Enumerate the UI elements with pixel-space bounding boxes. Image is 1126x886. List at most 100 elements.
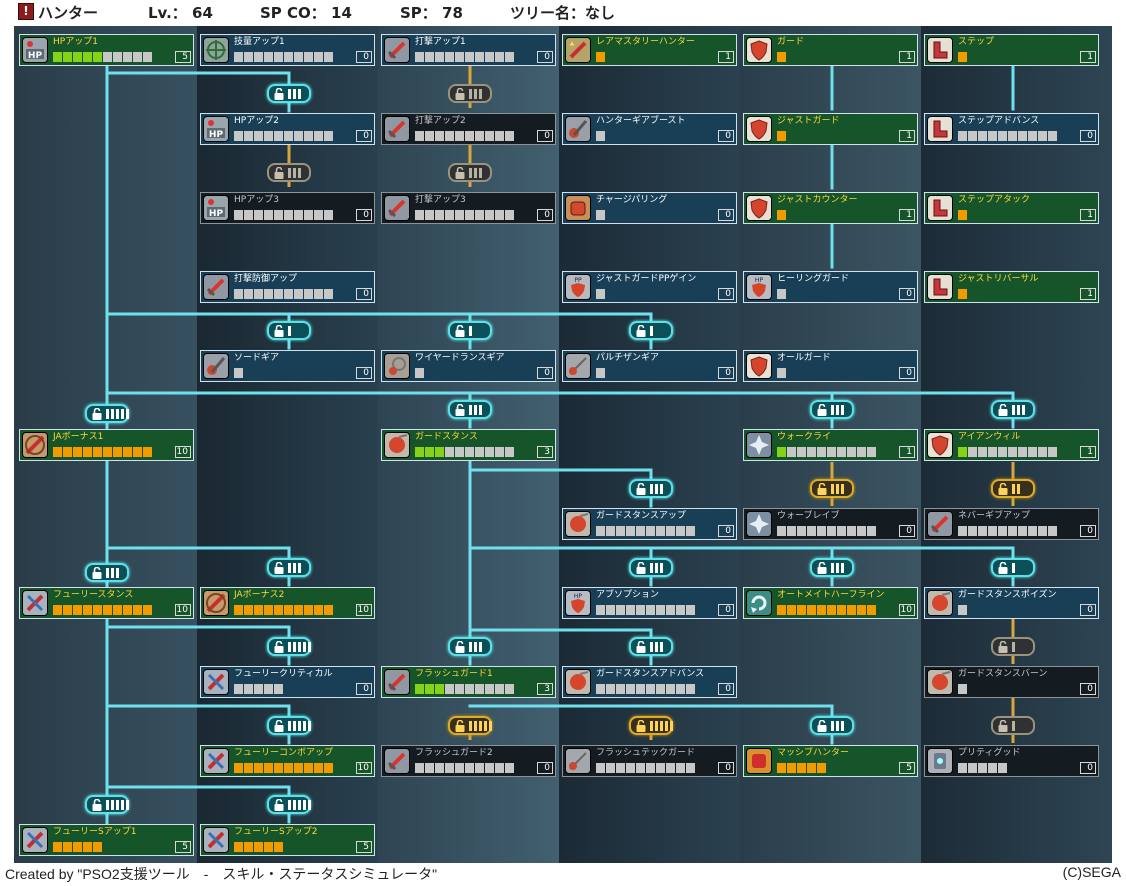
level-pip [998,131,1007,141]
level-pip [666,684,675,694]
skill-node-just-counter[interactable]: ジャストカウンター 1 [743,192,918,224]
skill-node-fury-stance[interactable]: フューリースタンス 10 [19,587,194,619]
skill-node-guard-stance-up[interactable]: ガードスタンスアップ 0 [562,508,737,540]
skill-name: ガード [777,37,805,47]
skill-node-guard-stance-poison[interactable]: ガードスタンスポイズン 0 [924,587,1099,619]
skill-node-ja-bonus-2[interactable]: JAボーナス2 10 [200,587,375,619]
level-pip [817,605,826,615]
level-pip [294,763,303,773]
level-pip [244,289,253,299]
skill-level-value: 0 [1080,762,1096,774]
skill-node-never-give-up[interactable]: ネバーギブアップ 0 [924,508,1099,540]
skill-node-guard-stance-advance[interactable]: ガードスタンスアドバンス 0 [562,666,737,698]
skill-level-value: 1 [899,130,915,142]
skill-node-hp-up-3[interactable]: HP HPアップ3 0 [200,192,375,224]
lock-ja2-badge [267,558,311,577]
level-pip [465,131,474,141]
rank-tick [288,89,291,99]
skill-node-healing-guard[interactable]: HP ヒーリングガード 0 [743,271,918,303]
lock-fury-s1-badge [85,795,129,814]
skill-level-gauge [596,52,606,63]
skill-node-step-advance[interactable]: ステップアドバンス 0 [924,113,1099,145]
lock-war-cry-badge [810,400,854,419]
skill-node-just-guard-pp-gain[interactable]: PP ジャストガードPPゲイン 0 [562,271,737,303]
skill-node-fury-combo-up[interactable]: フューリーコンボアップ 10 [200,745,375,777]
skill-node-hp-up-1[interactable]: HP HPアップ1 5 [19,34,194,66]
level-pip [616,605,625,615]
rank-ticks [1012,405,1027,415]
level-pip [636,763,645,773]
skill-node-guard-stance[interactable]: ガードスタンス 3 [381,429,556,461]
skill-node-strike-defense-up[interactable]: 打撃防御アップ 0 [200,271,375,303]
level-pip [485,447,494,457]
skill-node-war-cry[interactable]: ウォークライ 1 [743,429,918,461]
level-pip [998,526,1007,536]
skill-node-strike-up-1[interactable]: 打撃アップ1 0 [381,34,556,66]
skill-node-sword-gear[interactable]: ソードギア 0 [200,350,375,382]
skill-node-hp-up-2[interactable]: HP HPアップ2 0 [200,113,375,145]
lock-flash1-badge [448,637,492,656]
skill-node-hunter-gear-boost[interactable]: ハンターギアブースト 0 [562,113,737,145]
rank-tick [1012,484,1015,494]
rank-tick [298,168,301,178]
skill-level-gauge [415,447,515,458]
skill-node-step[interactable]: ステップ 1 [924,34,1099,66]
skill-node-wired-lance-gear[interactable]: ワイヤードランスギア 0 [381,350,556,382]
skill-level-gauge [415,210,515,221]
level-pip [455,447,464,457]
skill-node-automate-halfline[interactable]: オートメイトハーフライン 10 [743,587,918,619]
skill-node-charge-parry[interactable]: チャージパリング 0 [562,192,737,224]
shield-icon [746,37,772,63]
skill-node-flash-guard-1[interactable]: フラッシュガード1 3 [381,666,556,698]
level-pip [1048,447,1057,457]
skill-node-guard-stance-burn[interactable]: ガードスタンスバーン 0 [924,666,1099,698]
level-pip [475,763,484,773]
rank-tick [489,721,492,731]
skill-node-step-attack[interactable]: ステップアタック 1 [924,192,1099,224]
automate-icon [746,590,772,616]
level-pip [867,526,876,536]
skill-level-value: 0 [537,130,553,142]
skill-node-fury-s-up-2[interactable]: フューリーSアップ2 5 [200,824,375,856]
skill-node-rare-mastery-hunter[interactable]: レアマスタリーハンター 1 [562,34,737,66]
level-pip [475,447,484,457]
rank-ticks [106,409,131,419]
skill-node-flash-tech-guard[interactable]: フラッシュテックガード 0 [562,745,737,777]
boot-icon [927,195,953,221]
skill-level-gauge [596,763,696,774]
level-pip [294,605,303,615]
skill-node-guard[interactable]: ガード 1 [743,34,918,66]
skill-node-all-guard[interactable]: オールガード 0 [743,350,918,382]
skill-node-absorption[interactable]: HP アブソプション 0 [562,587,737,619]
level-pip [73,52,82,62]
skill-node-strike-up-3[interactable]: 打撃アップ3 0 [381,192,556,224]
skill-node-step-reversal[interactable]: ジャストリバーサル 1 [924,271,1099,303]
skill-node-purity-good[interactable]: プリティグッド 0 [924,745,1099,777]
rank-tick [1012,642,1015,652]
rank-tick [308,721,311,731]
skill-node-fury-critical[interactable]: フューリークリティカル 0 [200,666,375,698]
sword-icon [384,748,410,774]
level-pip [294,131,303,141]
skill-node-ja-bonus-1[interactable]: JAボーナス1 10 [19,429,194,461]
skill-node-flash-guard-2[interactable]: フラッシュガード2 0 [381,745,556,777]
level-pip [435,52,444,62]
skill-name: 打撃アップ1 [415,37,466,47]
skill-node-fury-s-up-1[interactable]: フューリーSアップ1 5 [19,824,194,856]
skill-node-strike-up-2[interactable]: 打撃アップ2 0 [381,113,556,145]
skill-level-value: 0 [718,367,734,379]
skill-node-just-guard[interactable]: ジャストガード 1 [743,113,918,145]
skill-level-value: 0 [718,288,734,300]
rank-tick [308,800,311,810]
skill-level-value: 0 [537,51,553,63]
skill-node-massive-hunter[interactable]: マッシブハンター 5 [743,745,918,777]
skill-node-partisan-gear[interactable]: パルチザンギア 0 [562,350,737,382]
skill-node-tech-up-1[interactable]: 技量アップ1 0 [200,34,375,66]
rank-tick [660,721,663,731]
rank-tick [1012,721,1015,731]
skill-node-iron-will[interactable]: アイアンウィル 1 [924,429,1099,461]
rank-tick [298,642,301,652]
skill-node-war-brave[interactable]: ウォーブレイブ 0 [743,508,918,540]
level-pip [666,763,675,773]
skill-level-value: 0 [1080,525,1096,537]
